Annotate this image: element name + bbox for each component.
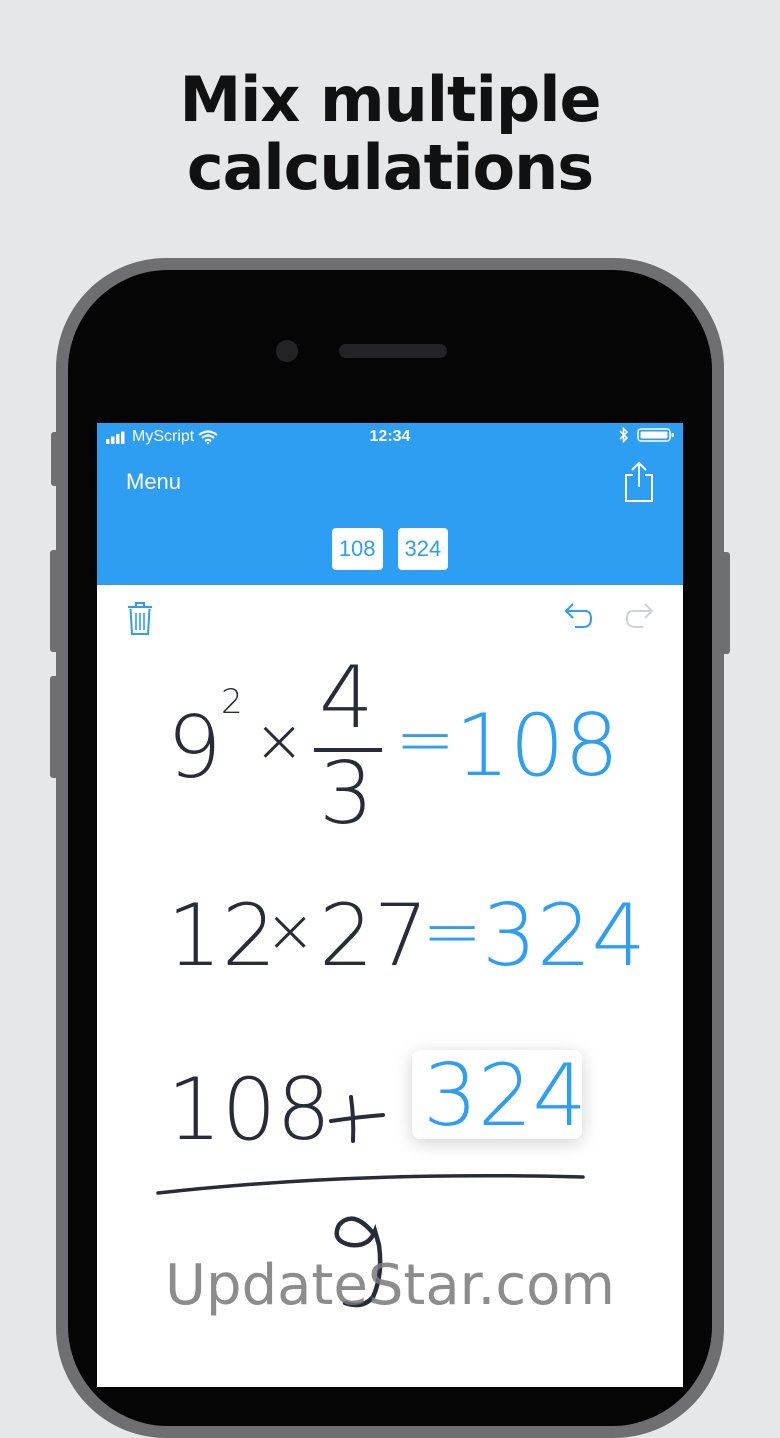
earpiece-speaker — [339, 344, 447, 358]
watermark: UpdateStar.com — [165, 1253, 615, 1318]
headline-line-2: calculations — [186, 131, 594, 204]
row3-operand-b[interactable]: 324 — [423, 1053, 587, 1139]
handwritten-underline — [156, 1173, 585, 1195]
front-camera — [276, 340, 298, 362]
expression-row-3: 108 324 — [97, 423, 683, 1387]
row3-operand-a: 108 — [167, 1060, 332, 1160]
app-screen: MyScript 12:34 Menu 108 324 9 2 × 4 3 = … — [97, 423, 683, 1387]
headline: Mix multiple calculations — [0, 66, 780, 202]
handwritten-plus — [329, 1095, 385, 1143]
headline-line-1: Mix multiple — [179, 63, 601, 136]
